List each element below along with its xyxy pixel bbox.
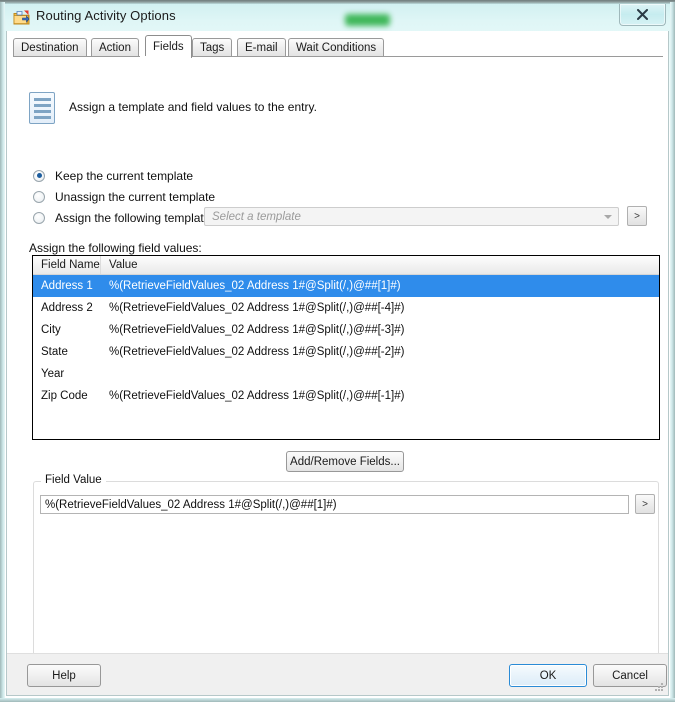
cell-field-name: Year (41, 368, 65, 380)
window-border-bottom (0, 698, 675, 702)
cell-field-name: City (41, 324, 61, 336)
cell-value: %(RetrieveFieldValues_02 Address 1#@Spli… (109, 302, 405, 314)
add-remove-fields-button[interactable]: Add/Remove Fields... (286, 451, 404, 472)
field-value-browse-button[interactable]: > (635, 494, 655, 514)
window-border-left (0, 2, 5, 700)
help-button[interactable]: Help (27, 664, 101, 687)
field-value-groupbox-legend: Field Value (41, 474, 106, 486)
template-select-placeholder: Select a template (212, 210, 301, 223)
column-header-value[interactable]: Value (101, 256, 659, 274)
tab-label: Wait Conditions (296, 42, 377, 54)
template-browse-button[interactable]: > (627, 206, 647, 226)
table-row[interactable]: Zip Code %(RetrieveFieldValues_02 Addres… (33, 385, 659, 407)
panel-description: Assign a template and field values to th… (69, 100, 317, 114)
window-title: Routing Activity Options (36, 8, 176, 23)
field-value-input[interactable]: %(RetrieveFieldValues_02 Address 1#@Spli… (40, 495, 629, 514)
radio-indicator (33, 169, 45, 182)
cell-field-name: State (41, 346, 68, 358)
tab-wait-conditions[interactable]: Wait Conditions (288, 38, 385, 57)
table-header-row: Field Name Value (33, 256, 659, 275)
window-frame: Routing Activity Options Destination Act… (0, 0, 675, 702)
title-bar[interactable]: Routing Activity Options (5, 4, 670, 31)
template-select[interactable]: Select a template (204, 207, 619, 226)
tab-fields[interactable]: Fields (145, 35, 192, 58)
tab-label: Fields (153, 41, 184, 53)
resize-grip-icon[interactable] (653, 681, 665, 693)
cell-field-name: Address 1 (41, 280, 93, 292)
tab-strip: Destination Action Fields Tags E-mail Wa… (13, 35, 663, 58)
table-row[interactable]: Year (33, 363, 659, 385)
tab-tags[interactable]: Tags (192, 38, 233, 57)
tab-action[interactable]: Action (91, 38, 139, 57)
column-header-field-name[interactable]: Field Name (33, 256, 101, 274)
cell-field-name: Address 2 (41, 302, 93, 314)
cell-value: %(RetrieveFieldValues_02 Address 1#@Spli… (109, 390, 405, 402)
table-row[interactable]: Address 1 %(RetrieveFieldValues_02 Addre… (33, 275, 659, 297)
radio-indicator (33, 211, 45, 224)
tab-label: Destination (21, 42, 79, 54)
fields-tab-panel: Assign a template and field values to th… (7, 57, 668, 690)
radio-label: Unassign the current template (55, 189, 216, 204)
close-glyph (637, 9, 648, 20)
tab-destination[interactable]: Destination (13, 38, 87, 57)
radio-label: Assign the following template: (55, 210, 214, 225)
window-border-right (670, 2, 675, 700)
dialog-footer: Help OK Cancel (7, 653, 668, 695)
table-row[interactable]: State %(RetrieveFieldValues_02 Address 1… (33, 341, 659, 363)
ok-button[interactable]: OK (509, 664, 587, 687)
table-row[interactable]: Address 2 %(RetrieveFieldValues_02 Addre… (33, 297, 659, 319)
cell-value: %(RetrieveFieldValues_02 Address 1#@Spli… (109, 324, 405, 336)
table-row[interactable]: City %(RetrieveFieldValues_02 Address 1#… (33, 319, 659, 341)
field-values-section-label: Assign the following field values: (29, 241, 202, 255)
template-document-icon (29, 92, 55, 124)
radio-label: Keep the current template (55, 168, 194, 183)
routing-folder-icon (13, 10, 30, 25)
dialog-client-area: Destination Action Fields Tags E-mail Wa… (6, 31, 669, 696)
tab-email[interactable]: E-mail (237, 38, 286, 57)
tab-label: E-mail (245, 42, 278, 54)
cell-value: %(RetrieveFieldValues_02 Address 1#@Spli… (109, 346, 405, 358)
cell-value: %(RetrieveFieldValues_02 Address 1#@Spli… (109, 280, 401, 292)
close-icon[interactable] (619, 4, 666, 26)
radio-keep-current-template[interactable]: Keep the current template (33, 167, 193, 184)
redaction-highlight (345, 14, 390, 26)
field-values-table[interactable]: Field Name Value Address 1 %(RetrieveFie… (32, 255, 660, 440)
chevron-down-icon (604, 215, 612, 219)
radio-unassign-current-template[interactable]: Unassign the current template (33, 188, 215, 205)
radio-assign-following-template[interactable]: Assign the following template: (33, 209, 214, 226)
tab-active-notch (140, 56, 186, 58)
tab-label: Tags (200, 42, 225, 54)
radio-indicator (33, 190, 45, 203)
tab-label: Action (99, 42, 131, 54)
cell-field-name: Zip Code (41, 390, 88, 402)
